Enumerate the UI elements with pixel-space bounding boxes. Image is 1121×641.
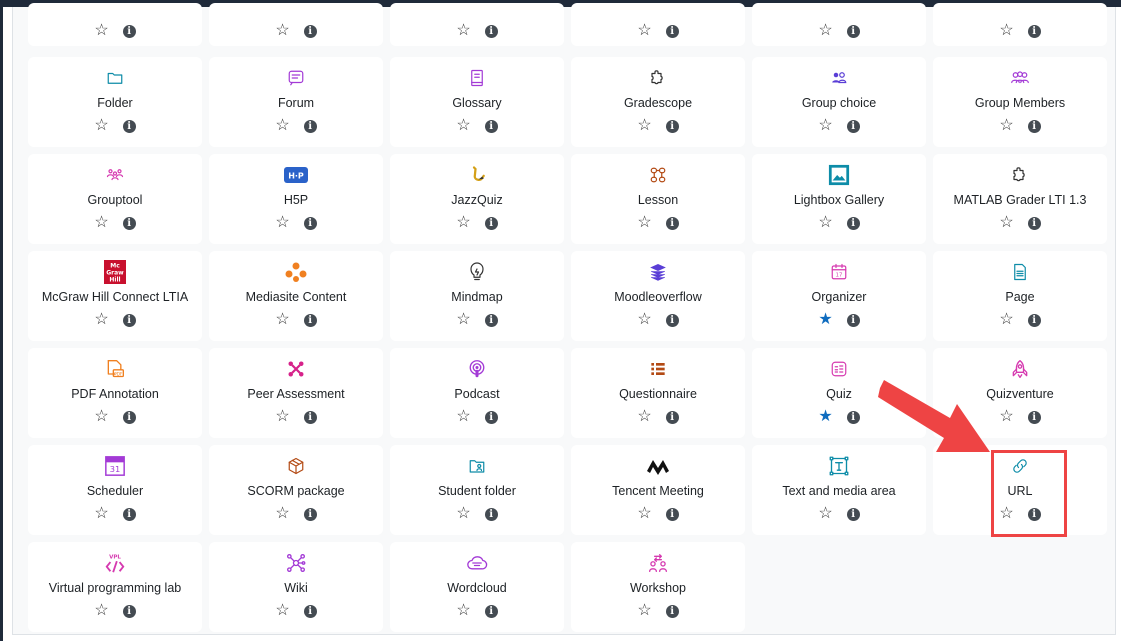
annotation-arrow (878, 380, 990, 452)
annotation-highlight-box (991, 450, 1067, 537)
annotation-arrow-shape (878, 380, 990, 452)
